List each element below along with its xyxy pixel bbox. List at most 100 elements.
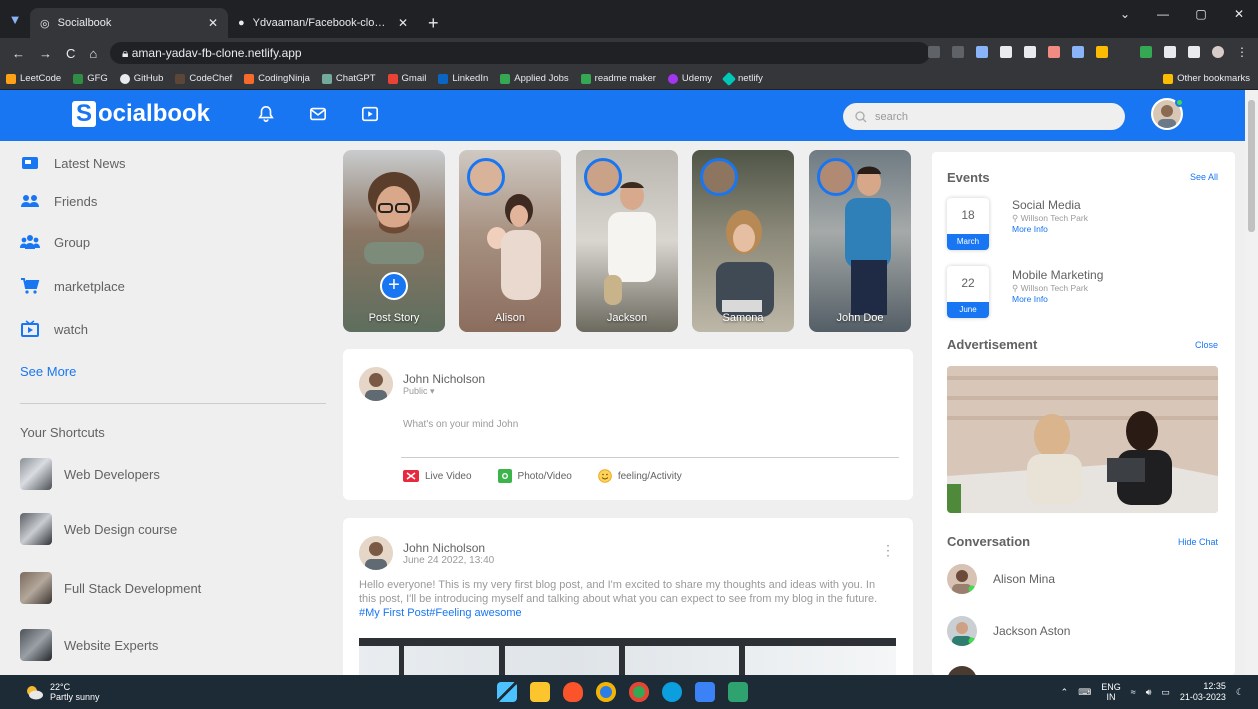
chevron-up-icon[interactable]: ⌃ xyxy=(1061,687,1069,698)
browser-tab-active[interactable]: ◎ Socialbook ✕ xyxy=(30,8,228,38)
profile-avatar[interactable] xyxy=(1212,46,1224,58)
post-menu-icon[interactable]: ⋮ xyxy=(881,542,895,559)
composer-input[interactable]: What's on your mind John xyxy=(403,419,518,430)
bookmark-item[interactable]: Udemy xyxy=(667,73,712,84)
close-tab-icon[interactable]: ✕ xyxy=(208,16,218,30)
bookmark-item[interactable]: ChatGPT xyxy=(321,73,376,84)
chrome-icon[interactable] xyxy=(596,682,616,702)
avatar[interactable] xyxy=(359,367,393,401)
privacy-dropdown[interactable]: Public ▾ xyxy=(403,386,485,397)
app-icon[interactable] xyxy=(728,682,748,702)
close-tab-icon[interactable]: ✕ xyxy=(398,16,408,30)
url-field[interactable]: 🔒︎ aman-yadav-fb-clone.netlify.app xyxy=(110,42,930,64)
brave-browser-icon[interactable] xyxy=(563,682,583,702)
bookmark-item[interactable]: GFG xyxy=(73,73,108,84)
new-tab-button[interactable]: + xyxy=(418,8,449,38)
add-story-button[interactable]: + xyxy=(380,272,408,300)
windows-start-icon[interactable] xyxy=(497,682,517,702)
video-icon[interactable] xyxy=(361,105,379,123)
notes-app-icon[interactable] xyxy=(695,682,715,702)
story-card[interactable]: John Doe xyxy=(809,150,911,332)
other-bookmarks[interactable]: Other bookmarks xyxy=(1163,73,1250,84)
event-more-info-link[interactable]: More Info xyxy=(1012,294,1048,304)
shortcut-item[interactable]: Web Design course xyxy=(20,513,177,545)
story-card[interactable]: Jackson xyxy=(576,150,678,332)
browser-menu-icon[interactable]: ▼ xyxy=(0,0,30,38)
extension-icon[interactable] xyxy=(1140,46,1152,58)
socialbook-logo[interactable]: Socialbook xyxy=(72,100,210,128)
keyboard-icon[interactable]: ⌨ xyxy=(1078,687,1091,698)
story-card-post[interactable]: + Post Story xyxy=(343,150,445,332)
reload-icon[interactable]: C xyxy=(66,46,75,61)
avatar[interactable] xyxy=(359,536,393,570)
extension-icon[interactable] xyxy=(1048,46,1060,58)
shortcut-item[interactable]: Full Stack Development xyxy=(20,572,201,604)
forward-icon[interactable]: → xyxy=(39,46,52,61)
sidebar-item-friends[interactable]: Friends xyxy=(20,191,97,211)
browser-tab[interactable]: ● Ydvaaman/Facebook-clone: You ✕ xyxy=(228,8,418,38)
extension-icon[interactable] xyxy=(1096,46,1108,58)
bookmark-item[interactable]: LinkedIn xyxy=(438,73,488,84)
bookmark-item[interactable]: Applied Jobs xyxy=(500,73,569,84)
close-ad-link[interactable]: Close xyxy=(1195,340,1218,350)
live-video-button[interactable]: Live Video xyxy=(403,469,472,483)
battery-icon[interactable]: ▭ xyxy=(1161,687,1170,698)
see-all-link[interactable]: See All xyxy=(1190,172,1218,182)
bell-icon[interactable] xyxy=(257,105,275,123)
story-card[interactable]: Alison xyxy=(459,150,561,332)
home-icon[interactable]: ⌂ xyxy=(89,46,97,61)
advertisement-image[interactable] xyxy=(947,366,1218,513)
language-indicator[interactable]: ENG IN xyxy=(1101,682,1121,702)
extension-icon[interactable] xyxy=(1024,46,1036,58)
scrollbar-thumb[interactable] xyxy=(1248,100,1255,232)
extension-icon[interactable] xyxy=(1000,46,1012,58)
puzzle-icon[interactable] xyxy=(1164,46,1176,58)
page-scrollbar[interactable] xyxy=(1245,90,1258,675)
bookmark-item[interactable]: netlify xyxy=(721,71,763,86)
sidebar-item-marketplace[interactable]: marketplace xyxy=(20,276,125,296)
post-hashtags[interactable]: #My First Post#Feeling awesome xyxy=(359,607,522,619)
conversation-item[interactable]: Alison Mina xyxy=(947,564,1055,594)
file-explorer-icon[interactable] xyxy=(530,682,550,702)
weather-widget[interactable]: 22°C Partly sunny xyxy=(24,682,100,702)
tab-search-icon[interactable]: ⌄ xyxy=(1106,0,1144,30)
sidebar-item-watch[interactable]: watch xyxy=(20,319,88,339)
minimize-icon[interactable]: — xyxy=(1144,0,1182,30)
notifications-icon[interactable]: ☾ xyxy=(1236,687,1244,698)
close-window-icon[interactable]: ✕ xyxy=(1220,0,1258,30)
sidebar-item-latest-news[interactable]: Latest News xyxy=(20,153,126,173)
wifi-icon[interactable]: ≈ xyxy=(1131,687,1136,697)
event-more-info-link[interactable]: More Info xyxy=(1012,224,1048,234)
bookmark-item[interactable]: LeetCode xyxy=(6,73,61,84)
bookmark-star-icon[interactable] xyxy=(952,46,964,58)
kebab-menu-icon[interactable]: ⋮ xyxy=(1236,46,1248,58)
sidebar-item-group[interactable]: Group xyxy=(20,232,90,252)
extension-icon[interactable] xyxy=(1072,46,1084,58)
edge-browser-icon[interactable] xyxy=(662,682,682,702)
feeling-activity-button[interactable]: feeling/Activity xyxy=(598,469,682,483)
back-icon[interactable]: ← xyxy=(12,46,25,61)
shortcut-item[interactable]: Web Developers xyxy=(20,458,160,490)
shortcut-item[interactable]: Website Experts xyxy=(20,629,158,661)
conversation-item[interactable]: Jackson Aston xyxy=(947,616,1070,646)
share-icon[interactable] xyxy=(928,46,940,58)
bookmark-item[interactable]: GitHub xyxy=(119,73,163,84)
avatar[interactable] xyxy=(947,666,977,675)
mail-icon[interactable] xyxy=(309,105,327,123)
clock[interactable]: 12:35 21-03-2023 xyxy=(1180,681,1226,703)
extension-icon[interactable] xyxy=(976,46,988,58)
hide-chat-link[interactable]: Hide Chat xyxy=(1178,537,1218,547)
sidepanel-icon[interactable] xyxy=(1188,46,1200,58)
bookmark-item[interactable]: readme maker xyxy=(580,73,656,84)
see-more-link[interactable]: See More xyxy=(20,364,76,379)
search-input[interactable]: search xyxy=(843,103,1125,130)
maximize-icon[interactable]: ▢ xyxy=(1182,0,1220,30)
bookmark-item[interactable]: Gmail xyxy=(387,73,426,84)
photo-video-button[interactable]: Photo/Video xyxy=(497,469,572,483)
bookmark-item[interactable]: CodeChef xyxy=(175,73,232,84)
volume-icon[interactable]: 🔊︎ xyxy=(1146,687,1152,698)
story-card[interactable]: Samona xyxy=(692,150,794,332)
post-image[interactable] xyxy=(359,638,896,675)
bookmark-item[interactable]: CodingNinja xyxy=(244,73,310,84)
chrome-icon[interactable] xyxy=(629,682,649,702)
